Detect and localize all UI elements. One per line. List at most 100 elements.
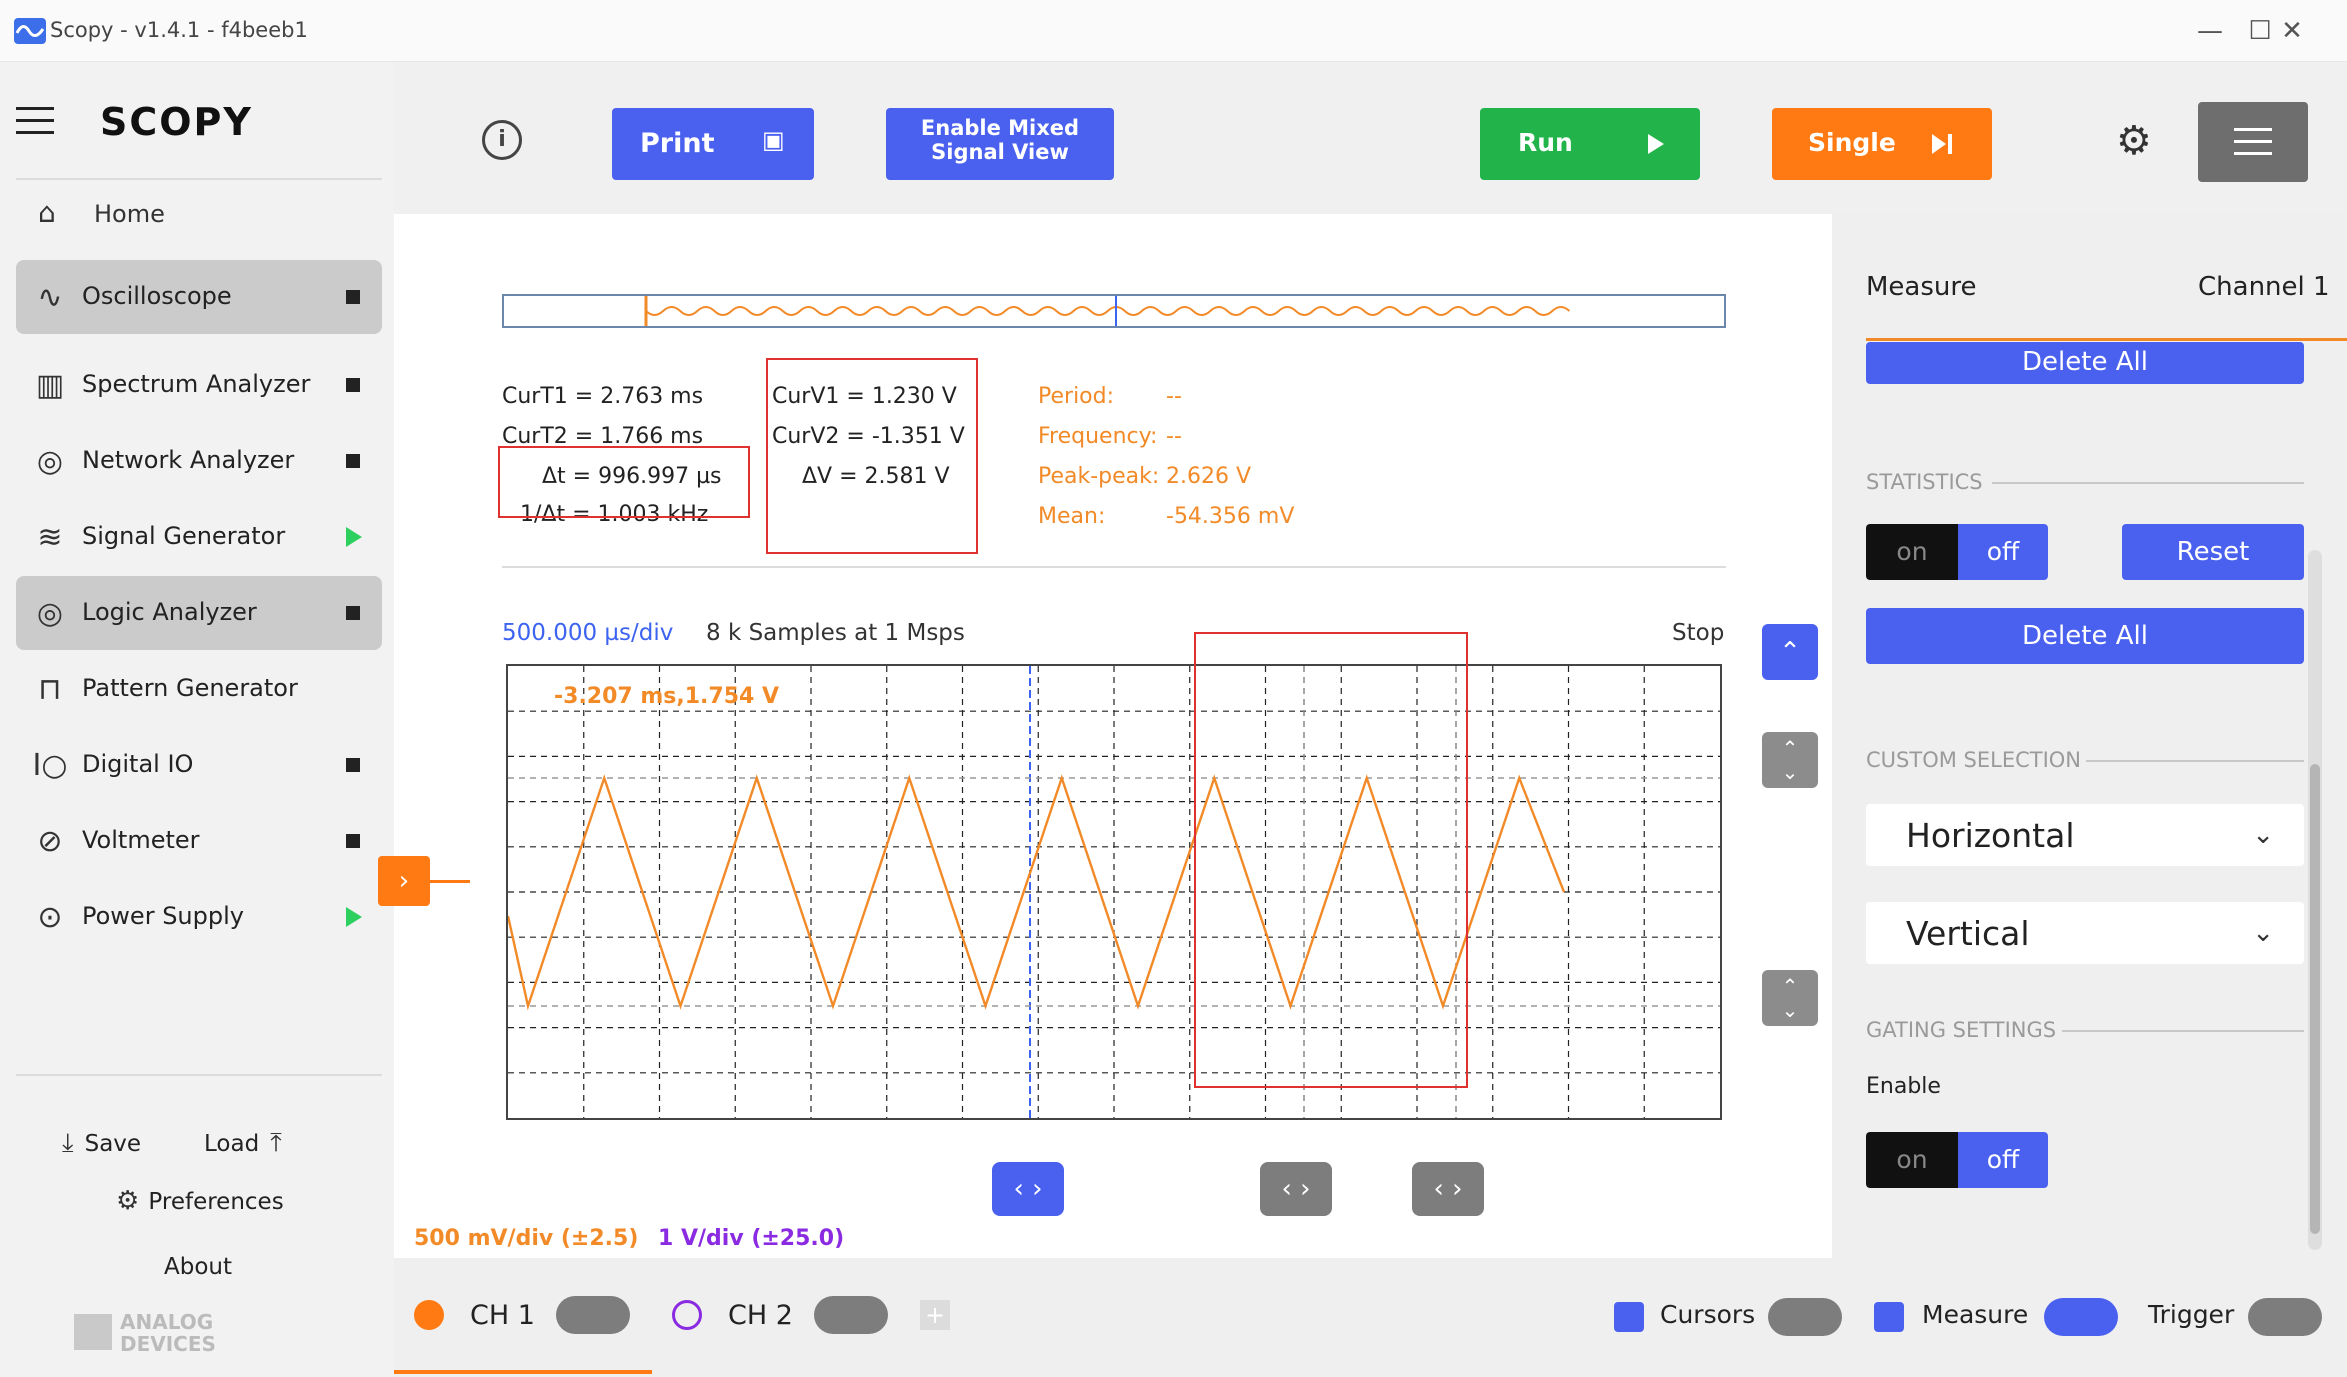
delete-all-measurements-button[interactable]: Delete All — [1866, 342, 2304, 384]
cursor-marker-readout: -3.207 ms,1.754 V — [554, 684, 780, 709]
sidebar-item-pattern-generator[interactable]: ⊓ Pattern Generator — [16, 652, 382, 726]
channel-underline — [1866, 338, 2347, 341]
ch2-enabled-indicator[interactable] — [672, 1300, 702, 1330]
single-button[interactable]: Single — [1772, 108, 1992, 180]
about-link[interactable]: About — [164, 1254, 232, 1280]
printer-icon: ▣ — [762, 126, 785, 154]
gating-on[interactable]: on — [1866, 1132, 1958, 1188]
frequency-label: Frequency: — [1038, 424, 1158, 449]
oscilloscope-plot[interactable]: -3.207 ms,1.754 V — [506, 664, 1722, 1120]
custom-selection-label: CUSTOM SELECTION — [1866, 748, 2082, 772]
print-button[interactable]: Print ▣ — [612, 108, 814, 180]
buffer-preview-trace — [645, 306, 1571, 316]
horizontal-cursor-1-handle[interactable]: ⌃ ⌄ — [1762, 732, 1818, 788]
spectrum-icon: ▥ — [35, 368, 65, 403]
horizontal-dropdown[interactable]: Horizontal ⌄ — [1866, 804, 2304, 866]
logic-icon: ◎ — [36, 596, 64, 631]
save-icon: ⤓ — [62, 1128, 74, 1158]
running-indicator-icon[interactable] — [346, 527, 362, 547]
vertical-cursor-2-handle[interactable]: ‹ › — [1412, 1162, 1484, 1216]
stopped-indicator-icon[interactable] — [346, 758, 360, 772]
trigger-position-handle[interactable]: ‹ › — [992, 1162, 1064, 1216]
ch1-menu-button[interactable] — [556, 1296, 630, 1334]
sidebar-item-signal-generator[interactable]: ≋ Signal Generator — [16, 500, 382, 574]
measure-menu-button[interactable] — [2044, 1298, 2118, 1336]
close-button[interactable]: ✕ — [2272, 14, 2312, 48]
pattern-icon: ⊓ — [38, 672, 62, 707]
oscilloscope-icon: ∿ — [37, 280, 63, 315]
horizontal-cursor-2-handle[interactable]: ⌃ ⌄ — [1762, 970, 1818, 1026]
ch2-label[interactable]: CH 2 — [728, 1300, 793, 1331]
period-value: -- — [1166, 384, 1182, 409]
add-channel-icon[interactable]: + — [920, 1300, 950, 1330]
sidebar-item-digital-io[interactable]: I○ Digital IO — [16, 728, 382, 802]
ch1-offset-handle[interactable]: › — [378, 856, 430, 906]
settings-gear-icon[interactable]: ⚙ — [2116, 118, 2152, 164]
stopped-indicator-icon[interactable] — [346, 606, 360, 620]
run-label: Run — [1518, 128, 1573, 157]
stopped-indicator-icon[interactable] — [346, 834, 360, 848]
analog-devices-logo: ANALOG DEVICES — [74, 1308, 234, 1358]
samples-label: 8 k Samples at 1 Msps — [706, 620, 965, 646]
scroll-up-button[interactable]: ⌃ — [1762, 624, 1818, 680]
reset-statistics-button[interactable]: Reset — [2122, 524, 2304, 580]
enable-mixed-signal-button[interactable]: Enable Mixed Signal View — [886, 108, 1114, 180]
stopped-indicator-icon[interactable] — [346, 290, 360, 304]
statistics-section-label: STATISTICS — [1866, 470, 1983, 494]
trigger-menu-button[interactable] — [2248, 1298, 2322, 1336]
statistics-on[interactable]: on — [1866, 524, 1958, 580]
vertical-dropdown[interactable]: Vertical ⌄ — [1866, 902, 2304, 964]
timebase-label: 500.000 µs/div — [502, 620, 674, 646]
save-label: Save — [84, 1131, 142, 1157]
running-indicator-icon[interactable] — [346, 907, 362, 927]
trigger-label: Trigger — [2148, 1300, 2235, 1329]
cursors-label: Cursors — [1660, 1300, 1756, 1329]
sidebar-item-network-analyzer[interactable]: ◎ Network Analyzer — [16, 424, 382, 498]
cursors-checkbox[interactable] — [1614, 1302, 1644, 1332]
statistics-off[interactable]: off — [1958, 524, 2048, 580]
gating-divider — [2062, 1030, 2304, 1032]
panel-scrollbar-thumb[interactable] — [2310, 764, 2320, 1234]
delete-all-statistics-button[interactable]: Delete All — [1866, 608, 2304, 664]
window-title: Scopy - v1.4.1 - f4beeb1 — [50, 18, 308, 42]
stopped-indicator-icon[interactable] — [346, 378, 360, 392]
ch2-menu-button[interactable] — [814, 1296, 888, 1334]
sidebar-item-spectrum-analyzer[interactable]: ▥ Spectrum Analyzer — [16, 348, 382, 422]
sidebar-item-label: Oscilloscope — [82, 282, 232, 310]
measure-checkbox[interactable] — [1874, 1302, 1904, 1332]
run-button[interactable]: Run — [1480, 108, 1700, 180]
general-settings-button[interactable] — [2198, 102, 2308, 182]
gating-off[interactable]: off — [1958, 1132, 2048, 1188]
adi-logo-mark — [74, 1314, 112, 1350]
gating-toggle[interactable]: on off — [1866, 1132, 2048, 1188]
info-icon[interactable]: i — [482, 120, 522, 160]
save-button[interactable]: ⤓ Save — [62, 1128, 162, 1164]
mean-value: -54.356 mV — [1166, 504, 1295, 529]
stopped-indicator-icon[interactable] — [346, 454, 360, 468]
vertical-cursor-1-handle[interactable]: ‹ › — [1260, 1162, 1332, 1216]
ch1-label[interactable]: CH 1 — [470, 1300, 535, 1331]
sidebar: SCOPY ⌂ Home ∿ Oscilloscope ▥ Spectrum Anal… — [0, 62, 394, 1377]
panel-scrollbar[interactable] — [2308, 550, 2322, 1250]
sidebar-item-logic-analyzer[interactable]: ◎ Logic Analyzer — [16, 576, 382, 650]
cursors-menu-button[interactable] — [1768, 1298, 1842, 1336]
sidebar-home[interactable]: ⌂ Home — [16, 186, 382, 240]
sidebar-item-voltmeter[interactable]: ⊘ Voltmeter — [16, 804, 382, 878]
buffer-preview[interactable] — [502, 294, 1726, 328]
load-button[interactable]: Load ⤒ — [204, 1128, 314, 1164]
minimize-button[interactable]: — — [2190, 14, 2230, 48]
channel-selector[interactable]: Channel 1 — [2198, 272, 2330, 302]
mixed-line1: Enable Mixed — [920, 116, 1080, 140]
home-icon: ⌂ — [38, 196, 56, 229]
sidebar-item-power-supply[interactable]: ⊙ Power Supply — [16, 880, 382, 954]
sidebar-item-oscilloscope[interactable]: ∿ Oscilloscope — [16, 260, 382, 334]
mixed-line2: Signal View — [931, 140, 1069, 164]
hamburger-menu-icon[interactable] — [16, 107, 54, 135]
ch1-enabled-indicator[interactable] — [414, 1300, 444, 1330]
preferences-button[interactable]: ⚙ Preferences — [116, 1186, 316, 1222]
sidebar-item-label: Network Analyzer — [82, 446, 295, 474]
horizontal-value: Horizontal — [1906, 816, 2075, 855]
plot-canvas — [506, 666, 1720, 1118]
statistics-toggle[interactable]: on off — [1866, 524, 2048, 580]
toolbar: i Print ▣ Enable Mixed Signal View Run S… — [394, 62, 2347, 214]
